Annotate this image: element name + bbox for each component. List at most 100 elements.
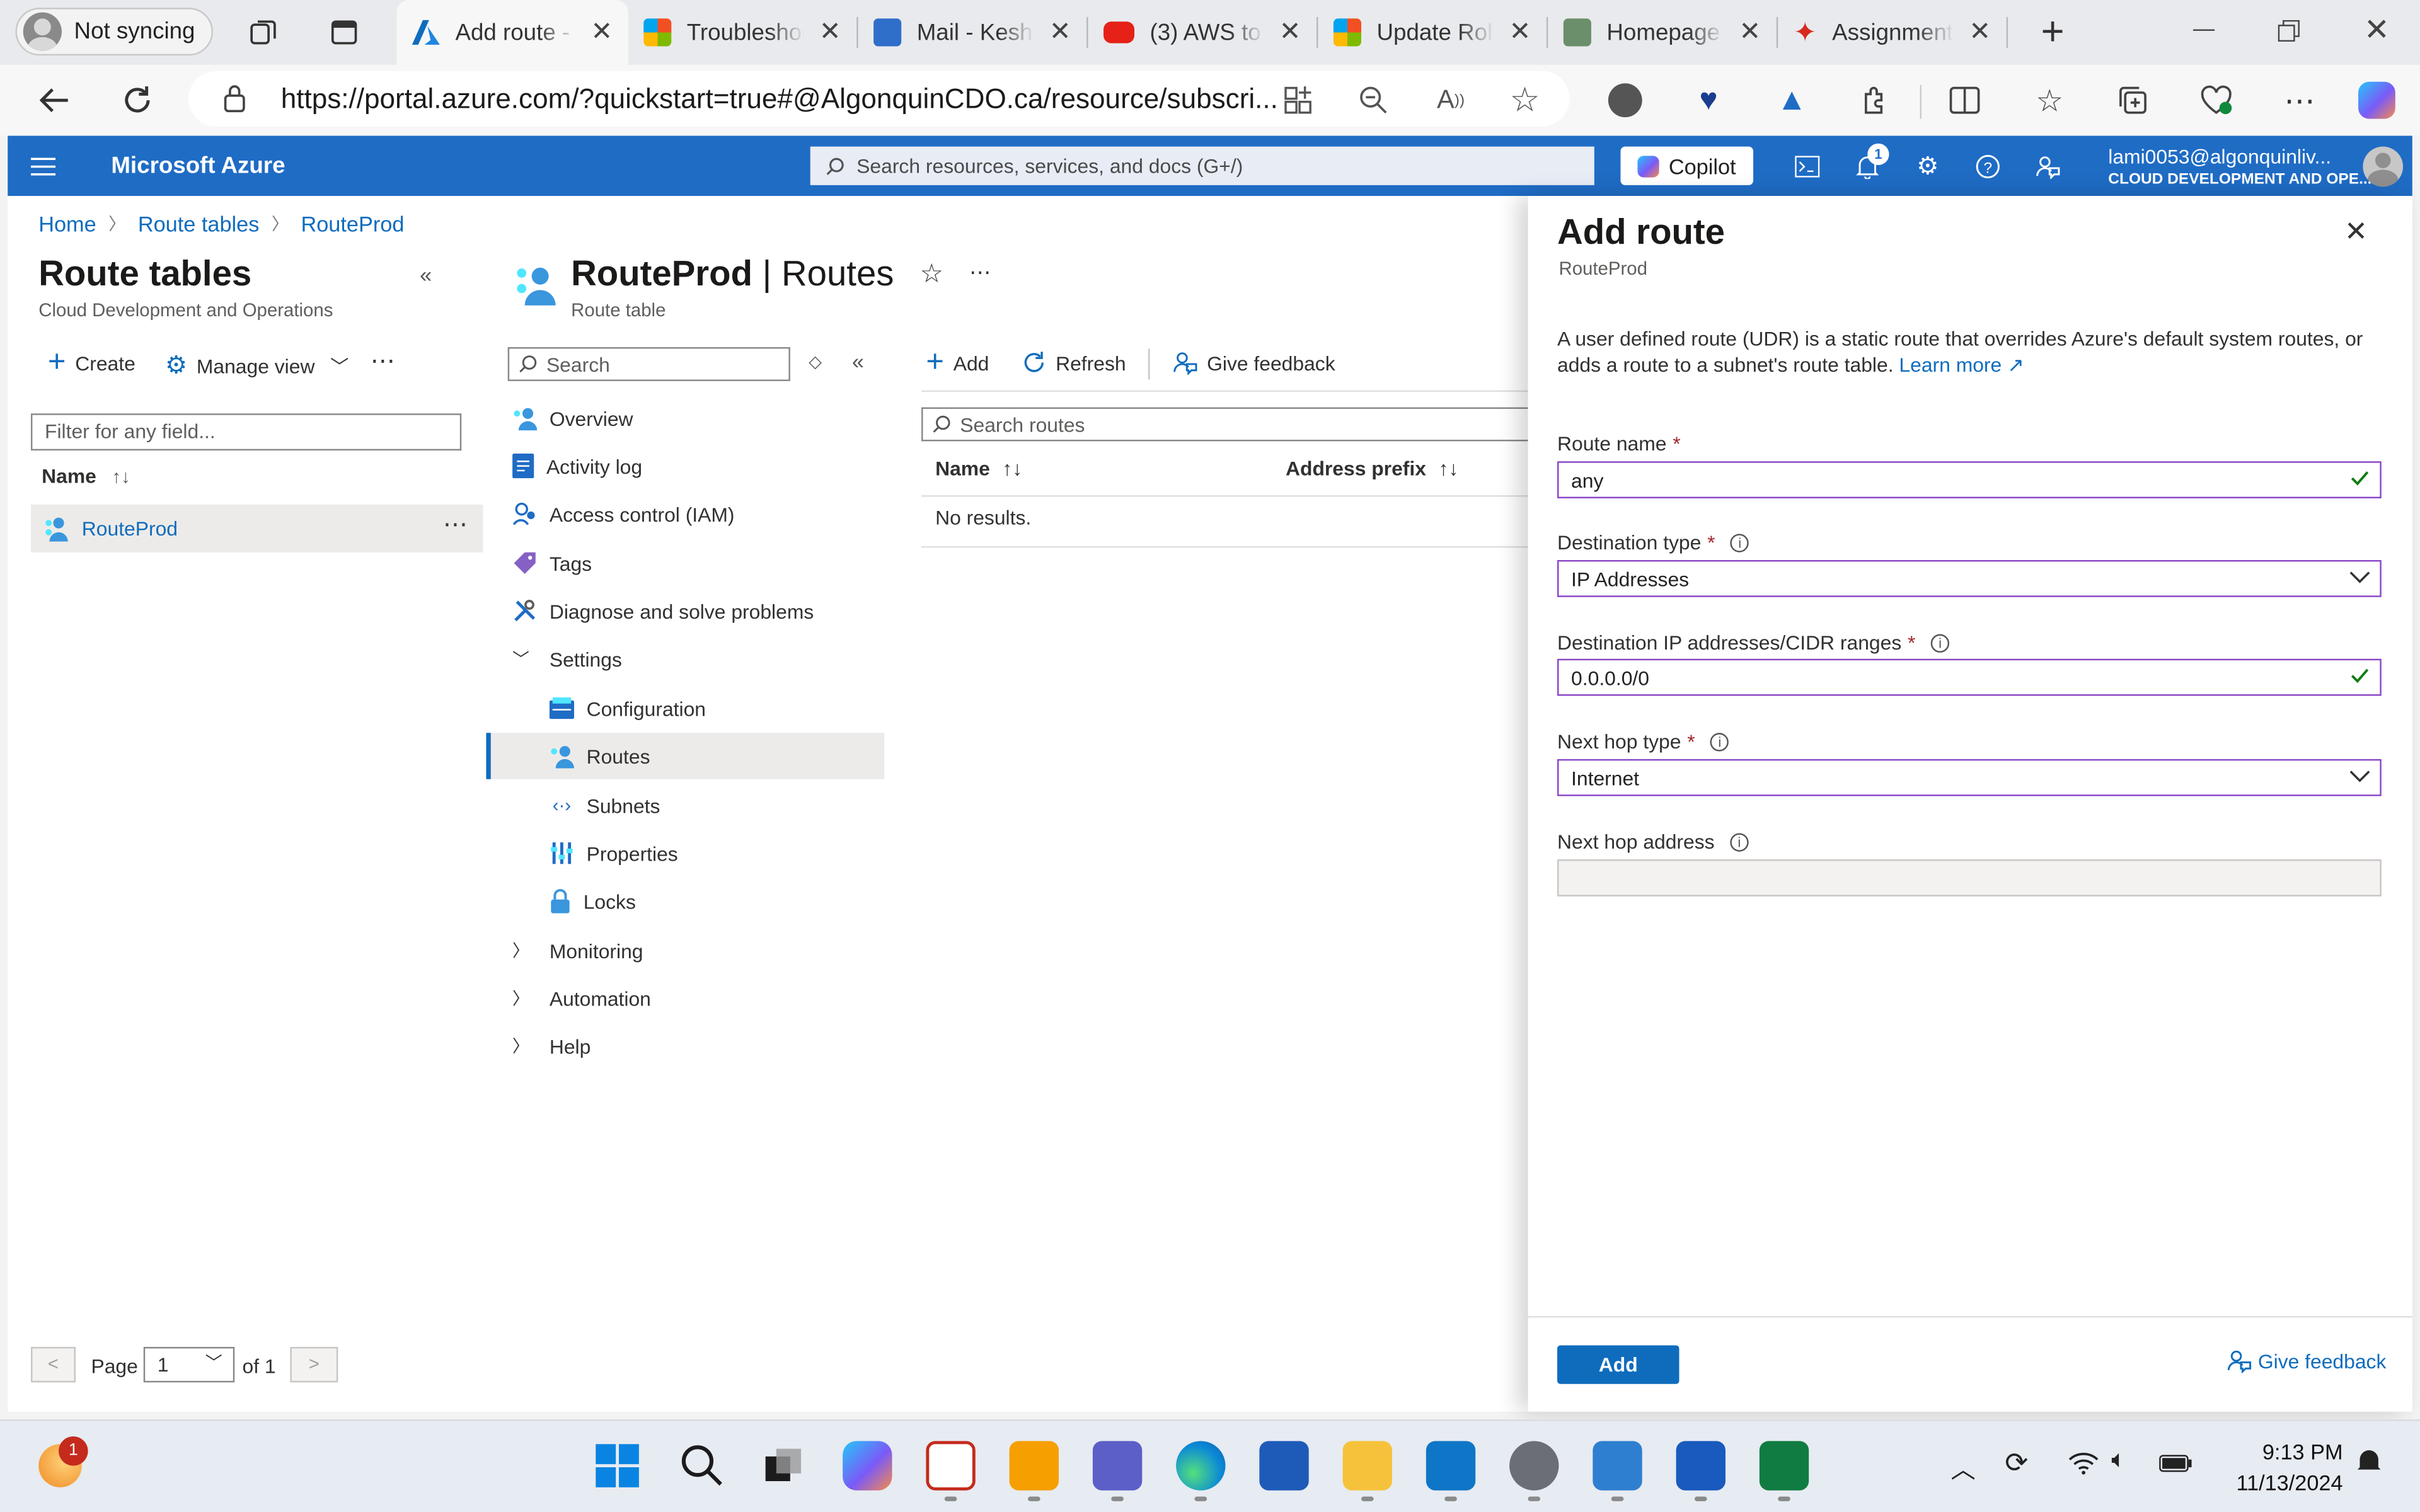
favorites-icon[interactable]: ☆: [2029, 80, 2070, 120]
cloud-shell-icon[interactable]: [1794, 152, 1821, 180]
microsoft-store-icon[interactable]: [1259, 1441, 1309, 1491]
info-icon[interactable]: i: [1730, 832, 1749, 851]
vs-code-icon[interactable]: [1426, 1441, 1476, 1491]
pin-star-icon[interactable]: ☆: [920, 259, 943, 290]
menu-settings-group[interactable]: ﹀ Settings: [512, 643, 622, 674]
search-routes-input[interactable]: Search routes: [921, 407, 1528, 442]
close-icon[interactable]: ✕: [1049, 17, 1071, 48]
battery-icon[interactable]: [2159, 1452, 2193, 1473]
settings-gear-icon[interactable]: ⚙: [1914, 152, 1942, 181]
new-tab-icon[interactable]: +: [2034, 7, 2071, 53]
learn-more-link[interactable]: Learn more ↗: [1899, 353, 2024, 377]
more-options-icon[interactable]: ⋯: [2279, 80, 2320, 120]
destination-type-select[interactable]: IP Addresses: [1557, 559, 2382, 597]
menu-diagnose[interactable]: Diagnose and solve problems: [512, 595, 814, 626]
user-avatar[interactable]: [2363, 146, 2404, 187]
menu-subnets[interactable]: ‹·› Subnets: [550, 790, 660, 821]
route-table-link[interactable]: RouteProd: [82, 517, 178, 540]
prev-page-button[interactable]: <: [30, 1346, 76, 1383]
feedback-icon[interactable]: [2034, 152, 2062, 180]
notepad-icon[interactable]: [1593, 1441, 1642, 1491]
close-icon[interactable]: ✕: [1279, 17, 1301, 48]
close-icon[interactable]: ✕: [819, 17, 841, 48]
tab-mail[interactable]: Mail - Keshav ✕: [858, 0, 1086, 65]
tab-actions-icon[interactable]: [327, 15, 361, 49]
copilot-app-icon[interactable]: [843, 1441, 892, 1491]
snipping-tool-icon[interactable]: [926, 1441, 976, 1491]
table-row[interactable]: RouteProd ⋯: [30, 504, 483, 553]
menu-search-input[interactable]: Search: [507, 347, 790, 381]
add-route-button[interactable]: + Add: [926, 347, 989, 378]
workspaces-icon[interactable]: [247, 15, 281, 49]
extensions-icon[interactable]: [1855, 80, 1896, 120]
azure-brand[interactable]: Microsoft Azure: [111, 152, 285, 179]
next-hop-type-select[interactable]: Internet: [1557, 759, 2382, 796]
next-hop-address-input[interactable]: [1557, 859, 2382, 896]
screen-recorder-icon[interactable]: [1009, 1441, 1059, 1491]
info-icon[interactable]: i: [1710, 732, 1729, 751]
tab-update-rollup[interactable]: Update Rollup ✕: [1318, 0, 1546, 65]
route-name-input[interactable]: any: [1557, 461, 2382, 499]
clock[interactable]: 9:13 PM 11/13/2024: [2204, 1436, 2342, 1498]
breadcrumb-route-tables[interactable]: Route tables: [138, 212, 260, 236]
edge-browser-icon[interactable]: [1176, 1441, 1226, 1491]
menu-access-control[interactable]: Access control (IAM): [512, 498, 735, 529]
column-header-name[interactable]: Name ↑↓: [935, 457, 1022, 480]
page-select[interactable]: 1 ﹀: [143, 1346, 235, 1383]
word-icon[interactable]: [1676, 1441, 1726, 1491]
teams-icon[interactable]: [1092, 1441, 1143, 1491]
shield-heart-icon[interactable]: ♥: [1688, 80, 1729, 120]
close-blade-icon[interactable]: ✕: [2344, 216, 2368, 248]
info-icon[interactable]: i: [1930, 633, 1950, 652]
breadcrumb-routeprod[interactable]: RouteProd: [301, 212, 404, 236]
menu-properties[interactable]: Properties: [550, 838, 678, 869]
more-actions-icon[interactable]: ⋯: [969, 259, 991, 285]
wifi-icon[interactable]: [2068, 1450, 2099, 1475]
file-explorer-icon[interactable]: [1342, 1441, 1392, 1491]
destination-ip-input[interactable]: 0.0.0.0/0: [1557, 658, 2382, 696]
refresh-button[interactable]: Refresh: [1022, 350, 1126, 375]
search-icon[interactable]: [676, 1441, 725, 1490]
menu-help-group[interactable]: 〉 Help: [512, 1031, 591, 1062]
add-button[interactable]: Add: [1557, 1345, 1680, 1384]
collapse-menu-icon[interactable]: «: [852, 348, 864, 373]
tab-youtube[interactable]: (3) AWS to Azure ✕: [1088, 0, 1317, 65]
apps-icon[interactable]: [1278, 80, 1318, 120]
manage-view-button[interactable]: ⚙ Manage view ﹀: [165, 350, 349, 381]
azure-extension-icon[interactable]: ▲: [1772, 80, 1812, 120]
close-icon[interactable]: ✕: [591, 17, 613, 48]
task-view-icon[interactable]: [759, 1441, 809, 1490]
close-icon[interactable]: ✕: [1739, 17, 1761, 48]
info-icon[interactable]: i: [1731, 533, 1749, 552]
tab-assignment[interactable]: ✦ Assignment ✕: [1778, 0, 2006, 65]
tab-homepage[interactable]: Homepage ✕: [1548, 0, 1776, 65]
profile-button[interactable]: Not syncing: [15, 8, 213, 56]
show-hidden-icons-icon[interactable]: ︿: [1951, 1449, 1976, 1486]
breadcrumb-home[interactable]: Home: [38, 212, 96, 236]
blade-feedback-link[interactable]: Give feedback: [2227, 1348, 2386, 1373]
menu-configuration[interactable]: Configuration: [549, 693, 706, 724]
column-header-address-prefix[interactable]: Address prefix ↑↓: [1286, 457, 1458, 480]
menu-overview[interactable]: Overview: [512, 403, 633, 433]
filter-input[interactable]: Filter for any field...: [30, 413, 462, 451]
browser-essentials-icon[interactable]: [2196, 80, 2237, 120]
volume-icon[interactable]: 🔈︎: [2111, 1447, 2126, 1475]
expand-collapse-icon[interactable]: ◇: [809, 352, 822, 372]
menu-activity-log[interactable]: Activity log: [512, 450, 642, 481]
settings-app-icon[interactable]: [1509, 1441, 1559, 1491]
wordpress-extension-icon[interactable]: [1605, 80, 1645, 120]
menu-tags[interactable]: Tags: [512, 547, 592, 578]
menu-monitoring-group[interactable]: 〉 Monitoring: [512, 935, 643, 966]
notification-center-icon[interactable]: [2355, 1447, 2383, 1475]
restore-icon[interactable]: [2273, 15, 2304, 46]
copilot-button[interactable]: Copilot: [1620, 146, 1754, 185]
windows-start-icon[interactable]: [592, 1441, 642, 1490]
minimize-icon[interactable]: [2189, 15, 2220, 46]
favorite-star-icon[interactable]: ☆: [1505, 80, 1545, 120]
back-icon[interactable]: [34, 80, 74, 120]
copilot-browser-icon[interactable]: [2357, 80, 2397, 120]
collapse-pane-icon[interactable]: «: [420, 262, 432, 287]
account-info[interactable]: lami0053@algonquinliv... CLOUD DEVELOPME…: [2108, 145, 2371, 191]
collections-icon[interactable]: [2113, 80, 2153, 120]
sync-icon[interactable]: ⟳: [2005, 1447, 2028, 1479]
